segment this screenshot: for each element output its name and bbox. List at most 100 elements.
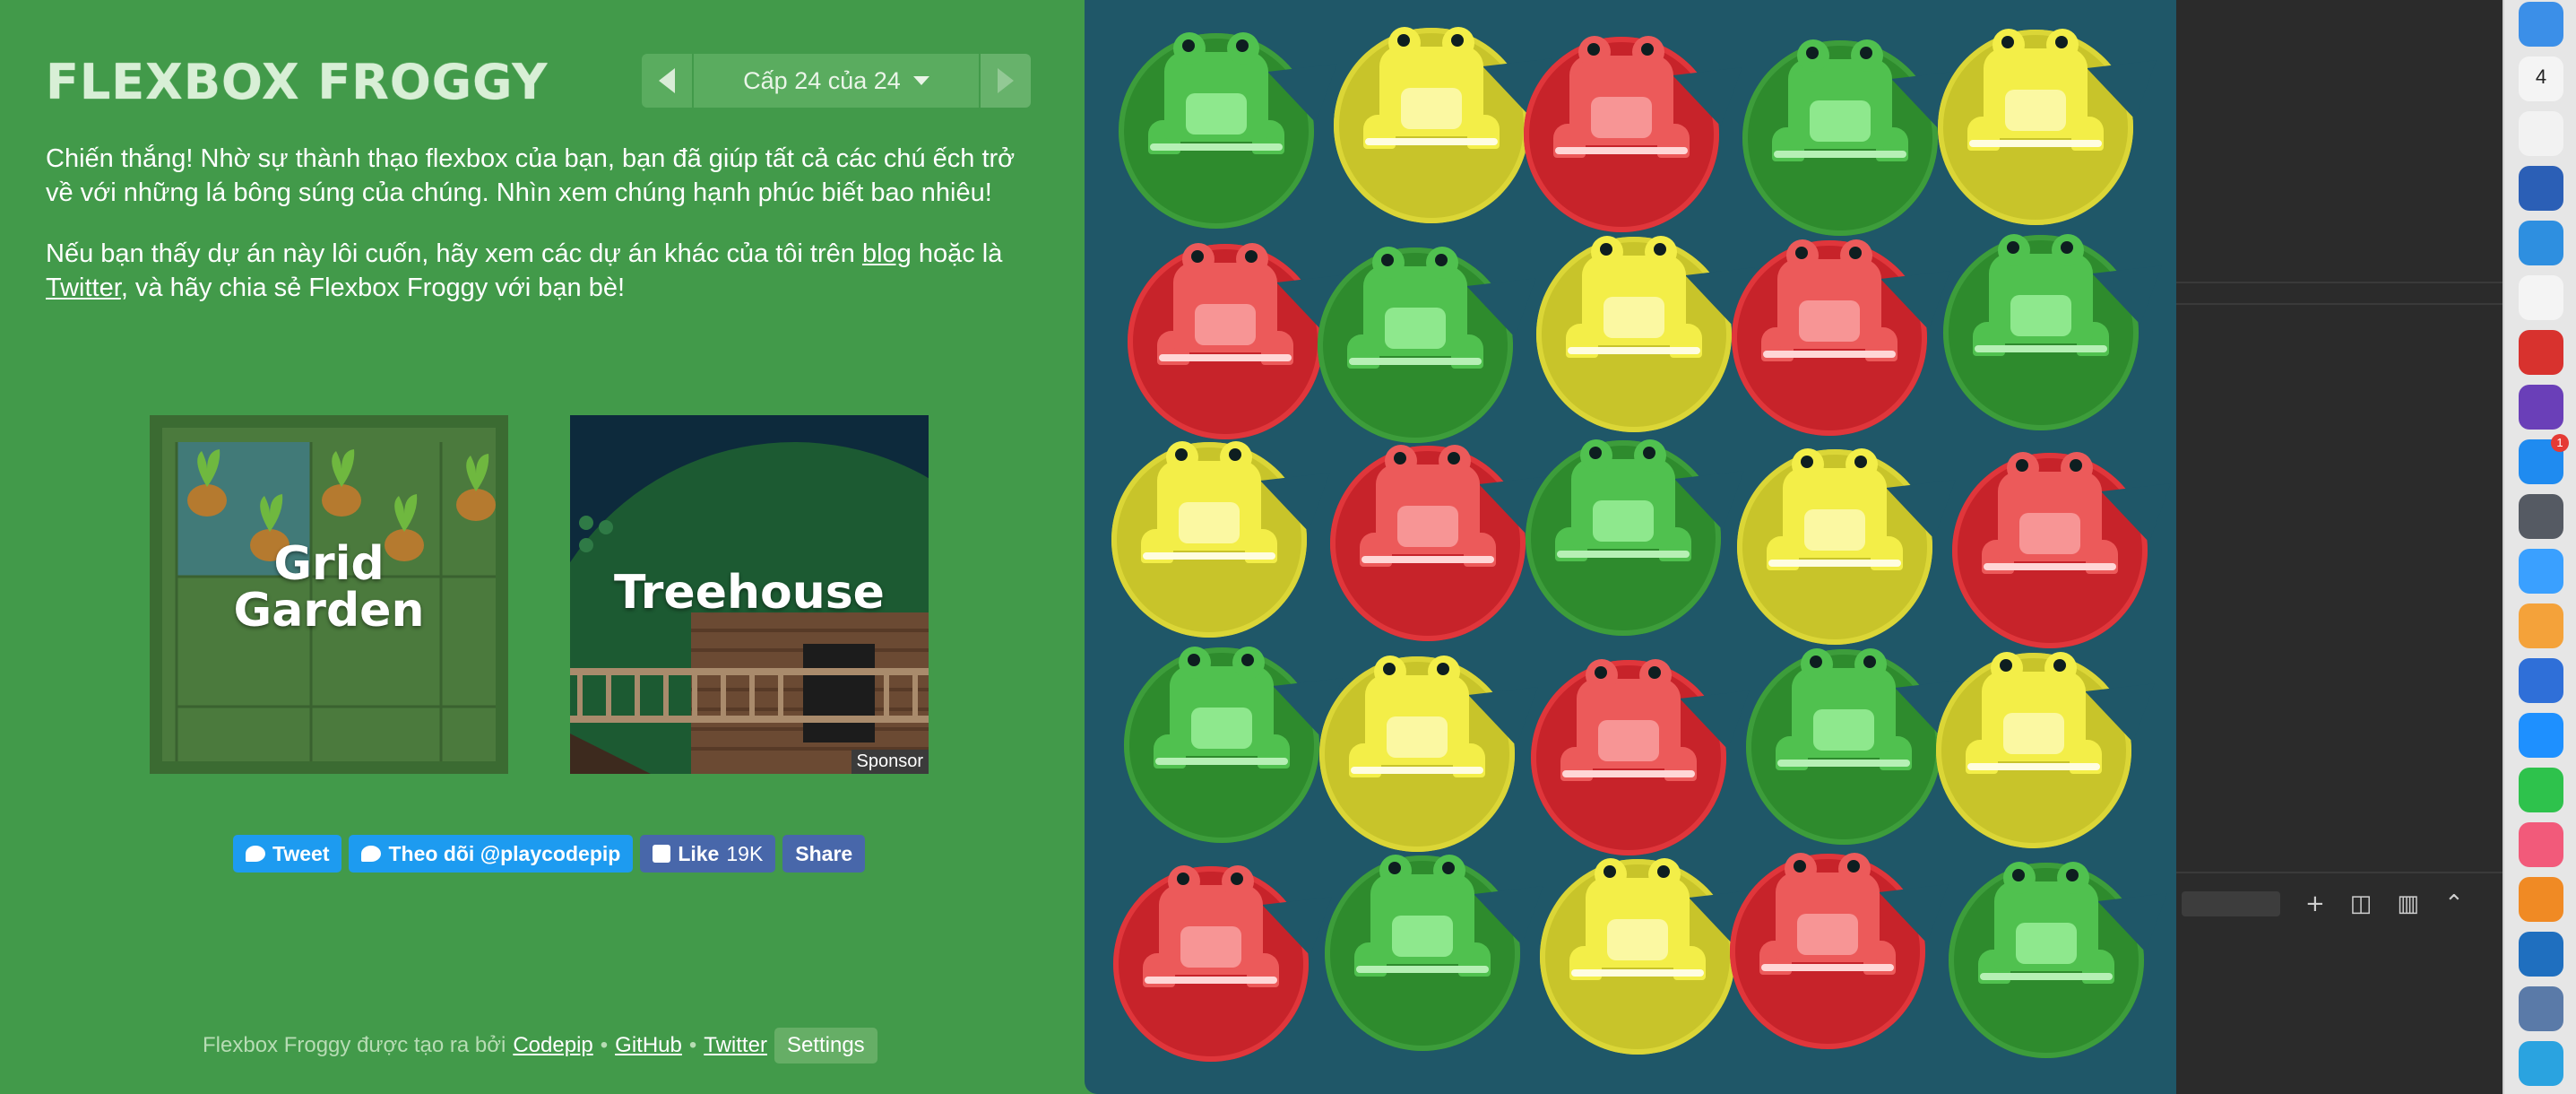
word-icon[interactable]: [2519, 166, 2563, 211]
red-frog: [1759, 853, 1896, 987]
red-frog: [1560, 659, 1697, 794]
app-store-icon[interactable]: 1: [2519, 434, 2569, 484]
instructions-panel: FLEXBOX FROGGY Cấp 24 của 24 Chiến thắng…: [0, 0, 1083, 1094]
facebook-like-button[interactable]: Like 19K: [640, 835, 776, 873]
tweet-label: Tweet: [272, 841, 330, 865]
yellow-frog: [1349, 656, 1485, 790]
red-frog: [1553, 36, 1690, 170]
more-text-b: hoặc là: [911, 239, 1003, 268]
red-frog: [1982, 452, 2118, 586]
trash-icon[interactable]: ▥: [2397, 890, 2419, 917]
tweet-button[interactable]: Tweet: [233, 835, 342, 873]
imovie-icon[interactable]: [2519, 385, 2563, 430]
footer-twitter-link[interactable]: Twitter: [704, 1033, 767, 1058]
green-frog: [1776, 648, 1912, 783]
green-frog: [1772, 39, 1908, 174]
footer: Flexbox Froggy được tạo ra bởi Codepip •…: [203, 1028, 877, 1064]
level-navigation: Cấp 24 của 24: [642, 54, 1031, 108]
editor-divider: [2176, 282, 2503, 283]
music-icon[interactable]: [2519, 822, 2563, 867]
yellow-frog: [1363, 27, 1500, 161]
grid-garden-title-line1: Grid: [273, 537, 385, 591]
red-frog: [1143, 865, 1279, 1000]
chrome-icon[interactable]: [2519, 275, 2563, 320]
preview-icon[interactable]: [2519, 986, 2563, 1031]
calendar-icon[interactable]: 4: [2519, 56, 2563, 101]
footer-separator: •: [600, 1033, 609, 1057]
caret-down-icon: [912, 76, 929, 85]
yellow-frog: [1966, 652, 2102, 786]
win-message: Chiến thắng! Nhờ sự thành thạo flexbox c…: [46, 144, 1016, 207]
red-frog: [1761, 239, 1897, 374]
yellow-frog: [1569, 858, 1706, 993]
app-title: FLEXBOX FROGGY: [46, 54, 549, 110]
more-text-a: Nếu bạn thấy dự án này lôi cuốn, hãy xem…: [46, 239, 862, 268]
calendar-day: 4: [2535, 65, 2547, 88]
arrow-right-icon: [998, 68, 1014, 93]
books-icon[interactable]: [2519, 877, 2563, 922]
grid-garden-promo[interactable]: Grid Garden: [150, 415, 508, 774]
pond-board: [1085, 0, 2176, 1094]
editor-divider: [2176, 303, 2503, 305]
twitter-bird-icon: [361, 846, 382, 862]
green-frog: [1978, 862, 2114, 996]
green-frog: [1555, 439, 1691, 574]
finder-icon[interactable]: [2519, 2, 2563, 47]
share-label: Share: [795, 841, 853, 865]
treehouse-title: Treehouse: [614, 566, 885, 620]
chevron-up-icon[interactable]: ⌃: [2444, 890, 2464, 917]
green-frog: [1154, 647, 1290, 781]
like-label: Like: [678, 841, 720, 865]
facetime-icon[interactable]: [2519, 768, 2563, 812]
green-frog: [1347, 247, 1483, 381]
grid-garden-title: Grid Garden: [150, 541, 508, 634]
social-buttons: Tweet Theo dõi @playcodepip Like 19K Sha…: [233, 835, 866, 873]
sponsor-badge: Sponsor: [851, 750, 929, 774]
codepip-link[interactable]: Codepip: [513, 1033, 592, 1058]
yellow-frog: [1967, 29, 2104, 163]
editor-dropdown[interactable]: [2182, 891, 2280, 916]
split-view-icon[interactable]: ◫: [2350, 890, 2373, 917]
messages-icon[interactable]: [2519, 549, 2563, 594]
pdf-icon[interactable]: [2519, 330, 2563, 375]
red-frog: [1360, 445, 1496, 579]
shield-app-icon[interactable]: [2519, 713, 2563, 758]
github-link[interactable]: GitHub: [615, 1033, 682, 1058]
editor-divider: [2176, 872, 2503, 873]
keynote-icon[interactable]: [2519, 658, 2563, 703]
treehouse-sponsor-promo[interactable]: Treehouse Sponsor: [570, 415, 929, 774]
vscode-icon[interactable]: [2519, 932, 2563, 977]
footer-credit: Flexbox Froggy được tạo ra bởi: [203, 1033, 506, 1057]
green-frog: [1148, 32, 1284, 167]
settings-button[interactable]: Settings: [774, 1028, 877, 1064]
editor-toolbar: + ◫ ▥ ⌃: [2176, 884, 2503, 924]
background-editor-window: + ◫ ▥ ⌃: [2176, 0, 2503, 1094]
previous-level-button[interactable]: [642, 54, 692, 108]
more-projects-message: Nếu bạn thấy dự án này lôi cuốn, hãy xem…: [46, 237, 1041, 305]
next-level-button[interactable]: [981, 54, 1031, 108]
yellow-frog: [1566, 236, 1702, 370]
grid-garden-title-line2: Garden: [233, 584, 425, 638]
green-frog: [1973, 234, 2109, 369]
footer-separator: •: [688, 1033, 697, 1057]
dvd-player-icon[interactable]: [2519, 494, 2563, 539]
facebook-share-button[interactable]: Share: [782, 835, 866, 873]
safari-icon[interactable]: [2519, 221, 2563, 265]
twitter-link[interactable]: Twitter: [46, 274, 121, 302]
pages-icon[interactable]: [2519, 603, 2563, 648]
telegram-icon[interactable]: [2519, 1041, 2563, 1086]
more-text-c: , và hãy chia sẻ Flexbox Froggy với bạn …: [120, 274, 626, 302]
level-indicator[interactable]: Cấp 24 của 24: [694, 54, 979, 108]
arrow-left-icon: [659, 68, 675, 93]
macos-dock: 41: [2503, 0, 2576, 1094]
red-frog: [1157, 243, 1293, 378]
thumbs-up-icon: [653, 845, 671, 863]
level-indicator-label: Cấp 24 của 24: [743, 66, 901, 94]
plus-icon[interactable]: +: [2305, 890, 2325, 917]
follow-label: Theo dõi @playcodepip: [388, 841, 621, 865]
photos-icon[interactable]: [2519, 111, 2563, 156]
green-frog: [1354, 855, 1491, 989]
follow-button[interactable]: Theo dõi @playcodepip: [349, 835, 634, 873]
twitter-bird-icon: [246, 846, 265, 862]
blog-link[interactable]: blog: [862, 239, 912, 268]
